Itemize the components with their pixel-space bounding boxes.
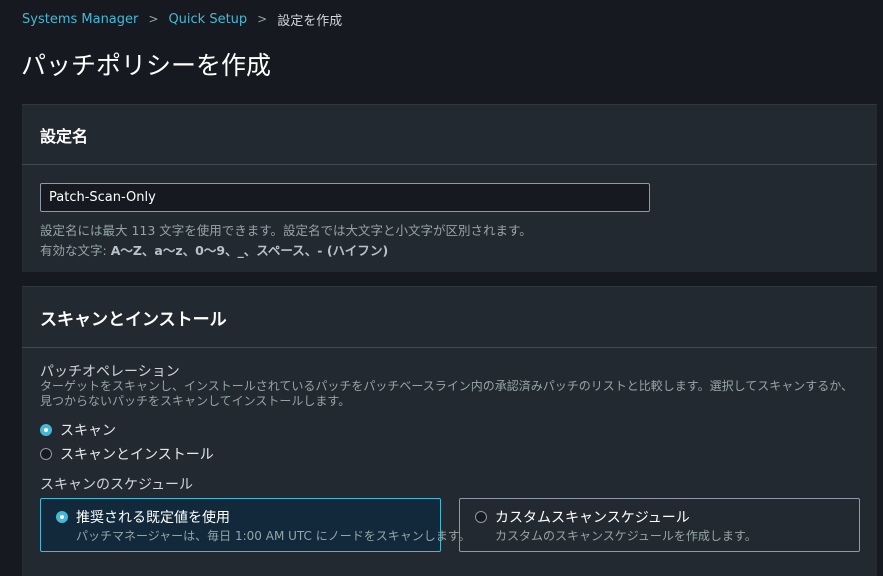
schedule-tile-description: パッチマネージャーは、毎日 1:00 AM UTC にノードをスキャンします。: [76, 529, 471, 543]
radio-option-scan[interactable]: スキャン: [40, 420, 116, 440]
schedule-tile-title: 推奨される既定値を使用: [76, 510, 230, 526]
configuration-name-hint: 設定名には最大 113 文字を使用できます。設定名では大文字と小文字が区別されま…: [40, 223, 532, 238]
radio-option-scan-and-install[interactable]: スキャンとインストール: [40, 444, 214, 464]
schedule-tile-recommended[interactable]: 推奨される既定値を使用 パッチマネージャーは、毎日 1:00 AM UTC にノ…: [40, 498, 471, 552]
configuration-name-input[interactable]: [40, 183, 650, 212]
panel-header-configuration-name: 設定名: [22, 105, 877, 165]
scan-and-install-panel: スキャンとインストール パッチオペレーション ターゲットをスキャンし、インストー…: [22, 286, 877, 576]
valid-characters-hint: 有効な文字: A～Z、a～z、0～9、_、スペース、- (ハイフン): [40, 240, 388, 259]
radio-label-scan: スキャン: [60, 423, 116, 439]
valid-characters-list: A～Z、a～z、0～9、_、スペース、- (ハイフン): [110, 243, 389, 258]
configuration-name-panel: 設定名 設定名には最大 113 文字を使用できます。設定名では大文字と小文字が区…: [22, 104, 877, 272]
patch-operation-description: ターゲットをスキャンし、インストールされているパッチをパッチベースライン内の承認…: [40, 379, 854, 408]
page-title: パッチポリシーを作成: [21, 51, 272, 80]
valid-characters-prefix: 有効な文字:: [40, 243, 111, 258]
schedule-tile-description: カスタムのスキャンスケジュールを作成します。: [495, 529, 757, 543]
breadcrumb-link-quick-setup[interactable]: Quick Setup: [168, 12, 247, 27]
chevron-right-icon: >: [148, 12, 159, 26]
radio-selected-icon[interactable]: [40, 424, 52, 436]
schedule-tile-custom[interactable]: カスタムスキャンスケジュール カスタムのスキャンスケジュールを作成します。: [459, 498, 860, 552]
chevron-right-icon: >: [257, 12, 268, 26]
patch-operation-label: パッチオペレーション: [40, 364, 180, 380]
breadcrumb-link-systems-manager[interactable]: Systems Manager: [22, 12, 138, 27]
radio-selected-icon[interactable]: [56, 511, 68, 523]
panel-header-scan-and-install: スキャンとインストール: [22, 287, 877, 348]
breadcrumb: Systems Manager > Quick Setup > 設定を作成: [22, 10, 343, 29]
radio-label-scan-and-install: スキャンとインストール: [60, 447, 214, 463]
radio-unselected-icon[interactable]: [475, 511, 487, 523]
breadcrumb-current: 設定を作成: [277, 13, 343, 29]
scan-schedule-label: スキャンのスケジュール: [40, 477, 194, 493]
schedule-tile-title: カスタムスキャンスケジュール: [495, 510, 690, 526]
radio-unselected-icon[interactable]: [40, 448, 52, 460]
